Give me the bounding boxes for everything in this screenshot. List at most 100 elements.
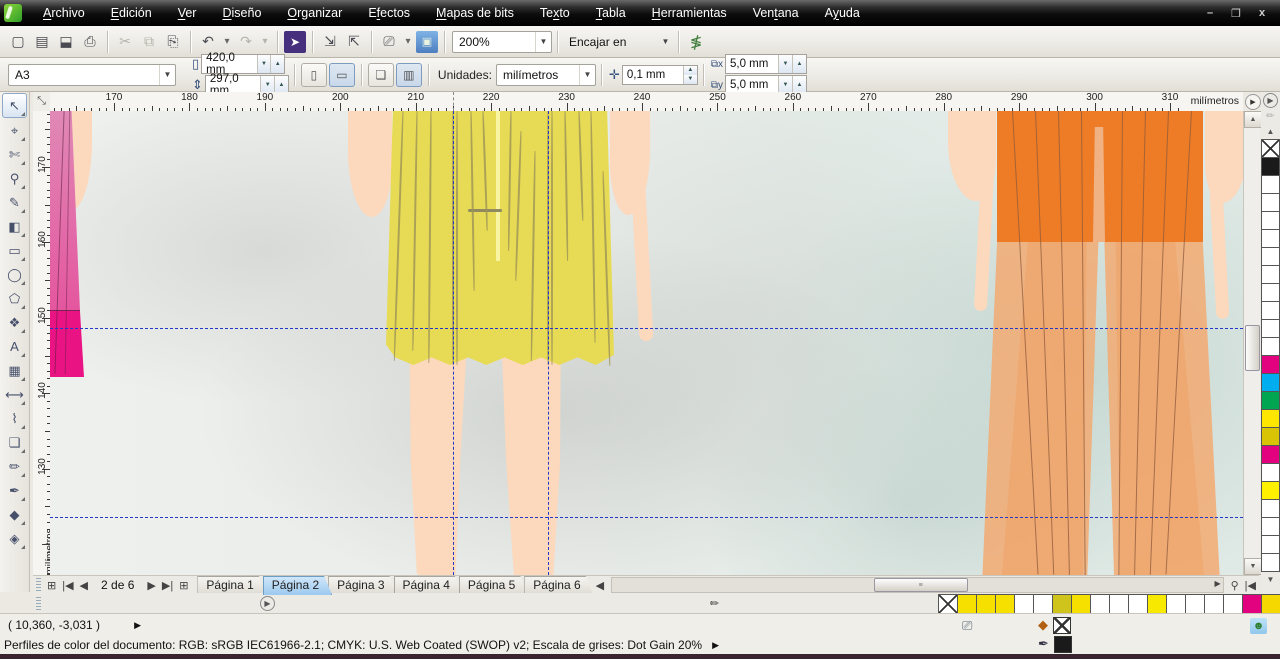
vertical-scrollbar[interactable]: ▲ ▼ [1243,111,1260,575]
landscape-button[interactable]: ▭ [329,63,355,87]
horizontal-guideline[interactable] [50,328,1243,329]
color-swatch[interactable] [1261,337,1280,356]
table-tool[interactable]: ▦ [3,359,26,382]
nudge-field[interactable]: 0,1 mm ▲▼ [622,65,698,85]
chevron-down-icon[interactable]: ▼ [159,65,175,85]
color-swatch[interactable] [1261,553,1280,572]
scroll-up-button[interactable]: ▲ [1244,111,1262,128]
chevron-down-icon[interactable]: ▼ [658,32,673,52]
launcher-dropdown[interactable]: ▾ [402,31,414,53]
color-swatch[interactable] [1071,594,1091,614]
chevron-down-icon[interactable]: ▼ [579,65,595,85]
color-swatch[interactable] [1052,594,1072,614]
ellipse-tool[interactable]: ◯ [3,263,26,286]
color-swatch[interactable] [1090,594,1110,614]
polygon-tool[interactable]: ⬠ [3,287,26,310]
save-button[interactable]: ⬓ [55,31,77,53]
last-page-button[interactable]: ▶| [162,579,173,592]
menu-archivo[interactable]: Archivo [30,2,98,24]
color-swatch[interactable] [1261,427,1280,446]
palette-scroll-left-button[interactable]: |◀ [1245,579,1256,592]
color-swatch[interactable] [1242,594,1262,614]
color-swatch[interactable] [1261,535,1280,554]
color-swatch[interactable] [1261,157,1280,176]
open-button[interactable]: ▤ [31,31,53,53]
center-figure-right-leg[interactable] [498,351,564,575]
color-swatch[interactable] [1261,391,1280,410]
duplicate-x-field[interactable]: 5,0 mm ▼ ▲ [725,54,807,74]
menu-diseño[interactable]: Diseño [209,2,274,24]
menu-ayuda[interactable]: Ayuda [812,2,873,24]
basic-shapes-tool[interactable]: ❖ [3,311,26,334]
menu-mapas-de-bits[interactable]: Mapas de bits [423,2,527,24]
color-swatch[interactable] [1109,594,1129,614]
color-swatch[interactable] [1261,301,1280,320]
drag-grip[interactable] [36,597,41,611]
add-page-before-button[interactable]: ⊞ [47,579,56,592]
color-swatch[interactable] [1261,499,1280,518]
color-swatch[interactable] [1261,211,1280,230]
zoom-level-combo[interactable]: 200% ▼ [452,31,552,53]
paste-button[interactable]: ⎘ [162,31,184,53]
copy-button[interactable]: ⧉ [138,31,160,53]
snap-to-combo[interactable]: Encajar en ▼ [563,32,673,52]
color-swatch[interactable] [1014,594,1034,614]
nudge-spinner[interactable]: ▲▼ [683,66,697,84]
add-page-after-button[interactable]: ⊞ [179,579,188,592]
drag-grip[interactable] [36,578,41,592]
page-width-field[interactable]: 420,0 mm ▼ ▲ [201,54,285,74]
palette-flyout-button[interactable]: ▶ [1263,93,1278,108]
menu-organizar[interactable]: Organizar [274,2,355,24]
duplicate-x-spinner-up[interactable]: ▲ [792,55,806,73]
outline-color-indicator[interactable] [1054,636,1072,653]
prev-page-button[interactable]: ◀ [80,579,88,592]
search-replace-button[interactable]: ➤ [284,31,306,53]
new-document-button[interactable]: ▢ [7,31,29,53]
text-tool[interactable]: A [3,335,26,358]
vertical-guideline[interactable] [548,111,549,575]
color-swatch[interactable] [1204,594,1224,614]
color-swatch[interactable] [1261,283,1280,302]
color-swatch[interactable] [1261,594,1280,614]
menu-texto[interactable]: Texto [527,2,583,24]
color-swatch[interactable] [1261,193,1280,212]
redo-button[interactable]: ↷ [235,31,257,53]
horizontal-ruler[interactable]: milímetros 17018019020021022023024025026… [50,92,1243,112]
zoom-corner-icon[interactable]: ⚲ [1231,579,1239,592]
scroll-down-button[interactable]: ▼ [1244,558,1262,575]
cut-button[interactable]: ✂ [114,31,136,53]
options-button[interactable]: ≸ [685,31,707,53]
color-swatch[interactable] [1033,594,1053,614]
minimize-button[interactable]: – [1202,7,1218,20]
menu-tabla[interactable]: Tabla [583,2,639,24]
color-swatch[interactable] [1261,247,1280,266]
palette-flyout-button[interactable]: ▶ [260,596,275,611]
fill-tool[interactable]: ◆ [3,503,26,526]
center-figure-left-leg[interactable] [407,351,469,575]
color-swatch[interactable] [1223,594,1243,614]
portrait-button[interactable]: ▯ [301,63,327,87]
horizontal-scroll-thumb[interactable]: ≡ [874,578,968,592]
right-figure-orange-waistband[interactable] [997,111,1203,242]
color-swatch[interactable] [1147,594,1167,614]
undo-button[interactable]: ↶ [197,31,219,53]
color-swatch[interactable] [1261,481,1280,500]
smart-fill-tool[interactable]: ◧ [3,215,26,238]
color-swatch[interactable] [1261,409,1280,428]
color-swatch[interactable] [1261,355,1280,374]
fill-color-indicator[interactable] [1053,617,1071,634]
page-tab-2[interactable]: Página 2 [263,576,332,595]
close-button[interactable]: x [1254,7,1270,20]
page-width-spinner-up[interactable]: ▲ [270,55,284,73]
dimension-tool[interactable]: ⟷ [3,383,26,406]
import-button[interactable]: ⇲ [319,31,341,53]
color-swatch[interactable] [1166,594,1186,614]
menu-herramientas[interactable]: Herramientas [639,2,740,24]
all-pages-same-size-button[interactable]: ❏ [368,63,394,87]
chevron-down-icon[interactable]: ▼ [535,32,551,52]
ruler-origin[interactable]: ⤡ [33,92,50,111]
restore-button[interactable]: ❐ [1228,7,1244,20]
ruler-flyout-button[interactable]: ▶ [1245,94,1261,110]
color-swatch[interactable] [1261,265,1280,284]
color-swatch[interactable] [995,594,1015,614]
